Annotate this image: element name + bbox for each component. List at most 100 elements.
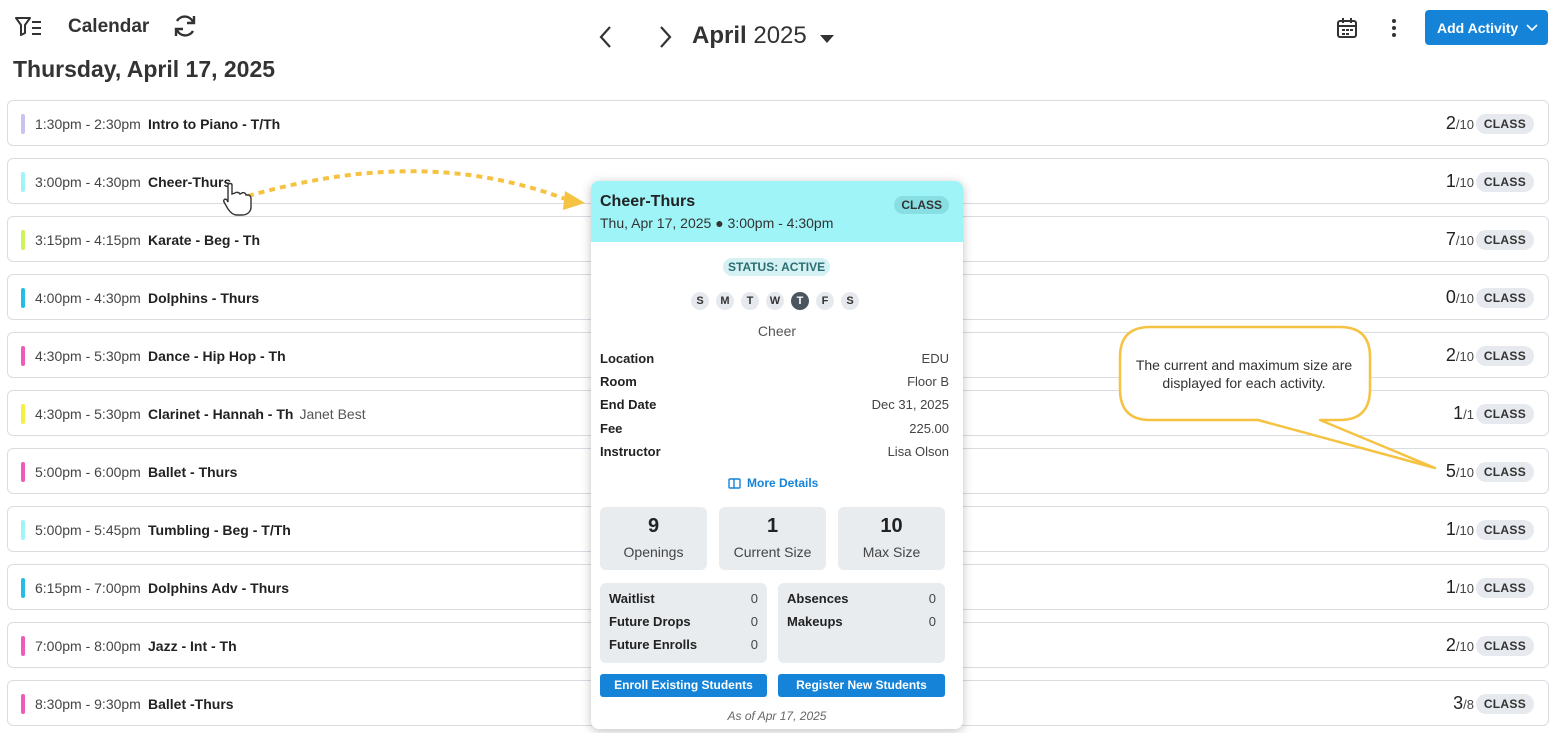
max-size: /10: [1455, 233, 1474, 248]
detail-value: Floor B: [907, 374, 949, 389]
absences-line: Absences 0: [787, 591, 936, 614]
current-size: 2: [1445, 635, 1456, 655]
popup-type-badge: CLASS: [894, 196, 949, 214]
activity-color-bar: [21, 404, 25, 424]
activity-name: Dance - Hip Hop - Th: [148, 348, 292, 364]
future-enrolls-line: Future Enrolls 0: [609, 637, 758, 660]
add-activity-button[interactable]: Add Activity: [1425, 10, 1548, 45]
more-details-link[interactable]: More Details: [728, 476, 818, 490]
current-size: 0: [1445, 287, 1456, 307]
current-size: 2: [1445, 113, 1456, 133]
activity-time: 3:00pm - 4:30pm: [35, 174, 141, 190]
activity-size: 3/8: [1453, 693, 1474, 714]
current-date-title: Thursday, April 17, 2025: [13, 56, 276, 82]
activity-time: 5:00pm - 6:00pm: [35, 464, 141, 480]
activity-color-bar: [21, 520, 25, 540]
activity-title: Karate - Beg - Th: [148, 232, 261, 248]
stat-max-size: 10 Max Size: [838, 507, 945, 570]
future-enrolls-label: Future Enrolls: [609, 637, 698, 652]
activity-title: Jazz - Int - Th: [148, 638, 237, 654]
makeups-label: Makeups: [787, 614, 843, 629]
activity-time: 5:00pm - 5:45pm: [35, 522, 141, 538]
activity-color-bar: [21, 172, 25, 192]
detail-value: Lisa Olson: [887, 444, 949, 459]
max-size: /10: [1455, 523, 1474, 538]
as-of-date: As of Apr 17, 2025: [727, 709, 827, 723]
activity-time: 8:30pm - 9:30pm: [35, 696, 141, 712]
detail-fee: Fee 225.00: [600, 421, 949, 436]
activity-color-bar: [21, 288, 25, 308]
activity-color-bar: [21, 114, 25, 134]
max-size: /10: [1455, 117, 1474, 132]
attendance-panel: Absences 0 Makeups 0: [778, 583, 945, 663]
activity-size: 2/10: [1446, 635, 1474, 656]
activity-name: Tumbling - Beg - T/Th: [148, 522, 297, 538]
activity-name: Cheer-Thurs: [148, 174, 237, 190]
caret-down-icon[interactable]: [818, 32, 836, 44]
activity-time: 7:00pm - 8:00pm: [35, 638, 141, 654]
weekday-chip: T: [791, 292, 809, 310]
refresh-icon[interactable]: [172, 13, 198, 39]
activity-type-badge: CLASS: [1475, 520, 1534, 540]
activity-type-badge: CLASS: [1475, 462, 1534, 482]
activity-color-bar: [21, 346, 25, 366]
calendar-icon[interactable]: [1336, 17, 1358, 39]
max-size: /1: [1463, 407, 1474, 422]
max-size: /10: [1455, 349, 1474, 364]
activity-size: 1/1: [1453, 403, 1474, 424]
activity-time: 3:15pm - 4:15pm: [35, 232, 141, 248]
activity-name: Clarinet - Hannah - Th Janet Best: [148, 406, 366, 422]
chevron-left-icon[interactable]: [596, 24, 616, 50]
activity-size: 0/10: [1446, 287, 1474, 308]
category-label: Cheer: [757, 323, 797, 339]
activity-time: 4:00pm - 4:30pm: [35, 290, 141, 306]
callout-text: The current and maximum size are display…: [1135, 357, 1353, 391]
activity-size: 1/10: [1446, 519, 1474, 540]
detail-location: Location EDU: [600, 351, 949, 366]
max-size: /10: [1455, 175, 1474, 190]
activity-color-bar: [21, 694, 25, 714]
max-size: /10: [1455, 581, 1474, 596]
waitlist-label: Waitlist: [609, 591, 655, 606]
activity-type-badge: CLASS: [1475, 172, 1534, 192]
activity-detail-popup: Cheer-Thurs Thu, Apr 17, 2025 ● 3:00pm -…: [591, 181, 963, 729]
future-drops-value: 0: [750, 614, 758, 629]
activity-size: 5/10: [1446, 461, 1474, 482]
activity-name: Karate - Beg - Th: [148, 232, 266, 248]
detail-label: Location: [600, 351, 655, 366]
add-activity-label: Add Activity: [1437, 19, 1519, 36]
more-vert-icon[interactable]: [1385, 17, 1403, 39]
current-size: 1: [1445, 171, 1456, 191]
chevron-right-icon[interactable]: [655, 24, 675, 50]
activity-title: Ballet -Thurs: [148, 696, 234, 712]
activity-color-bar: [21, 578, 25, 598]
current-size: 2: [1445, 345, 1456, 365]
enroll-existing-students-button[interactable]: Enroll Existing Students: [600, 674, 767, 697]
weekday-chip: S: [841, 292, 859, 310]
detail-value: EDU: [921, 351, 949, 366]
activity-time: 6:15pm - 7:00pm: [35, 580, 141, 596]
max-size: /10: [1455, 639, 1474, 654]
activity-size: 2/10: [1446, 113, 1474, 134]
year: 2025: [753, 22, 807, 49]
activity-title: Tumbling - Beg - T/Th: [148, 522, 291, 538]
register-new-students-button[interactable]: Register New Students: [778, 674, 945, 697]
weekday-indicators: SMTWTFS: [691, 292, 859, 310]
filter-icon[interactable]: [14, 14, 42, 40]
calendar-header: Calendar Thursday, April 17, 2025 April …: [0, 0, 1553, 100]
activity-row[interactable]: 1:30pm - 2:30pm Intro to Piano - T/Th 2/10…: [7, 100, 1549, 146]
weekday-chip: F: [816, 292, 834, 310]
stat-value: 9: [647, 515, 660, 537]
activity-size: 2/10: [1446, 345, 1474, 366]
current-size: 3: [1453, 693, 1464, 713]
weekday-chip: W: [766, 292, 784, 310]
popup-header: Cheer-Thurs Thu, Apr 17, 2025 ● 3:00pm -…: [591, 181, 963, 242]
month-year-selector[interactable]: April 2025: [692, 22, 807, 50]
popup-datetime: Thu, Apr 17, 2025 ● 3:00pm - 4:30pm: [600, 215, 834, 231]
activity-time: 4:30pm - 5:30pm: [35, 348, 141, 364]
stat-value: 1: [766, 515, 779, 537]
waitlist-line: Waitlist 0: [609, 591, 758, 614]
activity-color-bar: [21, 636, 25, 656]
app-title: Calendar: [68, 16, 150, 37]
activity-title: Cheer-Thurs: [148, 174, 232, 190]
